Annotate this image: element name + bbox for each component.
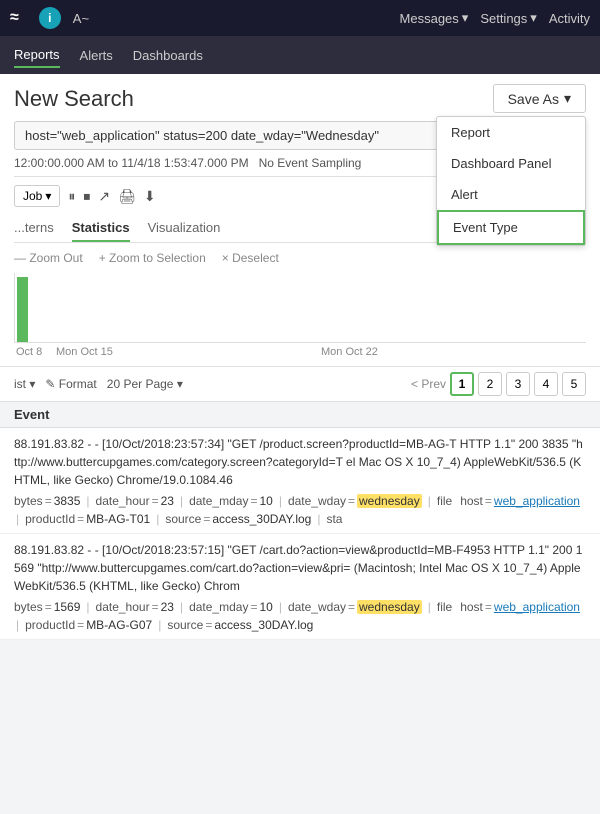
dropdown-dashboard-panel[interactable]: Dashboard Panel [437, 148, 585, 179]
chart-label-oct8: Oct 8 [16, 346, 56, 358]
field-date-mday: date_mday = 10 [189, 494, 273, 508]
pause-icon[interactable]: ⏸ [68, 188, 75, 205]
event-fields: bytes = 3835 | date_hour = 23 | date_mda… [14, 494, 586, 526]
header-row: New Search Save As ▾ Report Dashboard Pa… [14, 84, 586, 113]
field-date-hour: date_hour = 23 [96, 600, 174, 614]
field-host: host = web_application [460, 494, 580, 508]
pagination: < Prev 1 2 3 4 5 [411, 372, 586, 396]
field-bytes: bytes = 3835 [14, 494, 80, 508]
page-title: New Search [14, 86, 134, 112]
nav-reports[interactable]: Reports [14, 43, 60, 68]
zoom-out-button[interactable]: — Zoom Out [14, 251, 83, 265]
zoom-controls: — Zoom Out + Zoom to Selection × Deselec… [14, 251, 586, 265]
deselect-button[interactable]: × Deselect [222, 251, 279, 265]
list-button[interactable]: ist ▾ [14, 377, 35, 391]
chart-label-oct22: Mon Oct 22 [321, 346, 586, 358]
field-bytes: bytes = 1569 [14, 600, 80, 614]
nav-dashboards[interactable]: Dashboards [133, 44, 203, 67]
field-source: source = access_30DAY.log [167, 618, 313, 632]
events-section: Event 88.191.83.82 - - [10/Oct/2018:23:5… [0, 402, 600, 640]
field-file: file [437, 494, 452, 508]
bar-chart [14, 273, 586, 343]
field-date-hour: date_hour = 23 [96, 494, 174, 508]
field-host: host = web_application [460, 600, 580, 614]
logo-icon: ≈ [10, 9, 19, 27]
save-as-button[interactable]: Save As ▾ [493, 84, 586, 113]
save-as-dropdown: Report Dashboard Panel Alert Event Type [436, 116, 586, 246]
page-5-button[interactable]: 5 [562, 372, 586, 396]
nav-alerts[interactable]: Alerts [80, 44, 113, 67]
per-page-button[interactable]: 20 Per Page ▾ [107, 377, 183, 391]
save-as-container: Save As ▾ Report Dashboard Panel Alert E… [493, 84, 586, 113]
prev-button[interactable]: < Prev [411, 377, 446, 391]
nav-activity[interactable]: Activity [549, 11, 590, 26]
page-1-button[interactable]: 1 [450, 372, 474, 396]
page-3-button[interactable]: 3 [506, 372, 530, 396]
chart-area: — Zoom Out + Zoom to Selection × Deselec… [0, 243, 600, 367]
event-row: 88.191.83.82 - - [10/Oct/2018:23:57:15] … [0, 534, 600, 640]
dropdown-report[interactable]: Report [437, 117, 585, 148]
download-icon[interactable]: ⬇ [144, 188, 156, 205]
top-nav: ≈ i A~ Messages ▾ Settings ▾ Activity [0, 0, 600, 36]
page-2-button[interactable]: 2 [478, 372, 502, 396]
field-source: source = access_30DAY.log [165, 512, 311, 526]
tab-patterns[interactable]: ...terns [14, 215, 54, 242]
field-date-wday: date_wday = wednesday [288, 600, 422, 614]
event-text: 88.191.83.82 - - [10/Oct/2018:23:57:15] … [14, 541, 586, 595]
field-date-wday: date_wday = wednesday [288, 494, 422, 508]
main-content: New Search Save As ▾ Report Dashboard Pa… [0, 74, 600, 243]
format-button[interactable]: ✎ Format [45, 377, 96, 391]
field-date-mday: date_mday = 10 [189, 600, 273, 614]
zoom-to-selection-button[interactable]: + Zoom to Selection [99, 251, 206, 265]
nav-messages[interactable]: Messages ▾ [400, 10, 469, 26]
info-icon[interactable]: i [39, 7, 61, 29]
page-4-button[interactable]: 4 [534, 372, 558, 396]
no-sampling: No Event Sampling [259, 156, 362, 170]
dropdown-event-type[interactable]: Event Type [437, 210, 585, 245]
nav-settings[interactable]: Settings ▾ [480, 10, 537, 26]
field-productid: productId = MB-AG-G07 [25, 618, 152, 632]
chart-label-oct15: Mon Oct 15 [56, 346, 321, 358]
field-productid: productId = MB-AG-T01 [25, 512, 150, 526]
chevron-down-icon: ▾ [564, 90, 571, 107]
print-icon[interactable]: 🖨 [118, 188, 136, 205]
tab-visualization[interactable]: Visualization [148, 215, 221, 242]
event-row: 88.191.83.82 - - [10/Oct/2018:23:57:34] … [0, 428, 600, 534]
event-fields: bytes = 1569 | date_hour = 23 | date_mda… [14, 600, 586, 632]
time-range: 12:00:00.000 AM to 11/4/18 1:53:47.000 P… [14, 156, 249, 170]
stop-icon[interactable]: ⏹ [83, 188, 90, 205]
event-text: 88.191.83.82 - - [10/Oct/2018:23:57:34] … [14, 435, 586, 489]
tab-statistics[interactable]: Statistics [72, 215, 130, 242]
field-sta: sta [326, 512, 342, 526]
share-icon[interactable]: ↗ [98, 188, 110, 205]
dropdown-alert[interactable]: Alert [437, 179, 585, 210]
nav-cursor-icon[interactable]: A~ [73, 11, 89, 26]
job-button[interactable]: Job ▾ [14, 185, 60, 207]
field-file: file [437, 600, 452, 614]
results-bar: ist ▾ ✎ Format 20 Per Page ▾ < Prev 1 2 … [0, 367, 600, 402]
second-nav: Reports Alerts Dashboards [0, 36, 600, 74]
chart-labels: Oct 8 Mon Oct 15 Mon Oct 22 [14, 346, 586, 358]
event-section-header: Event [0, 402, 600, 428]
